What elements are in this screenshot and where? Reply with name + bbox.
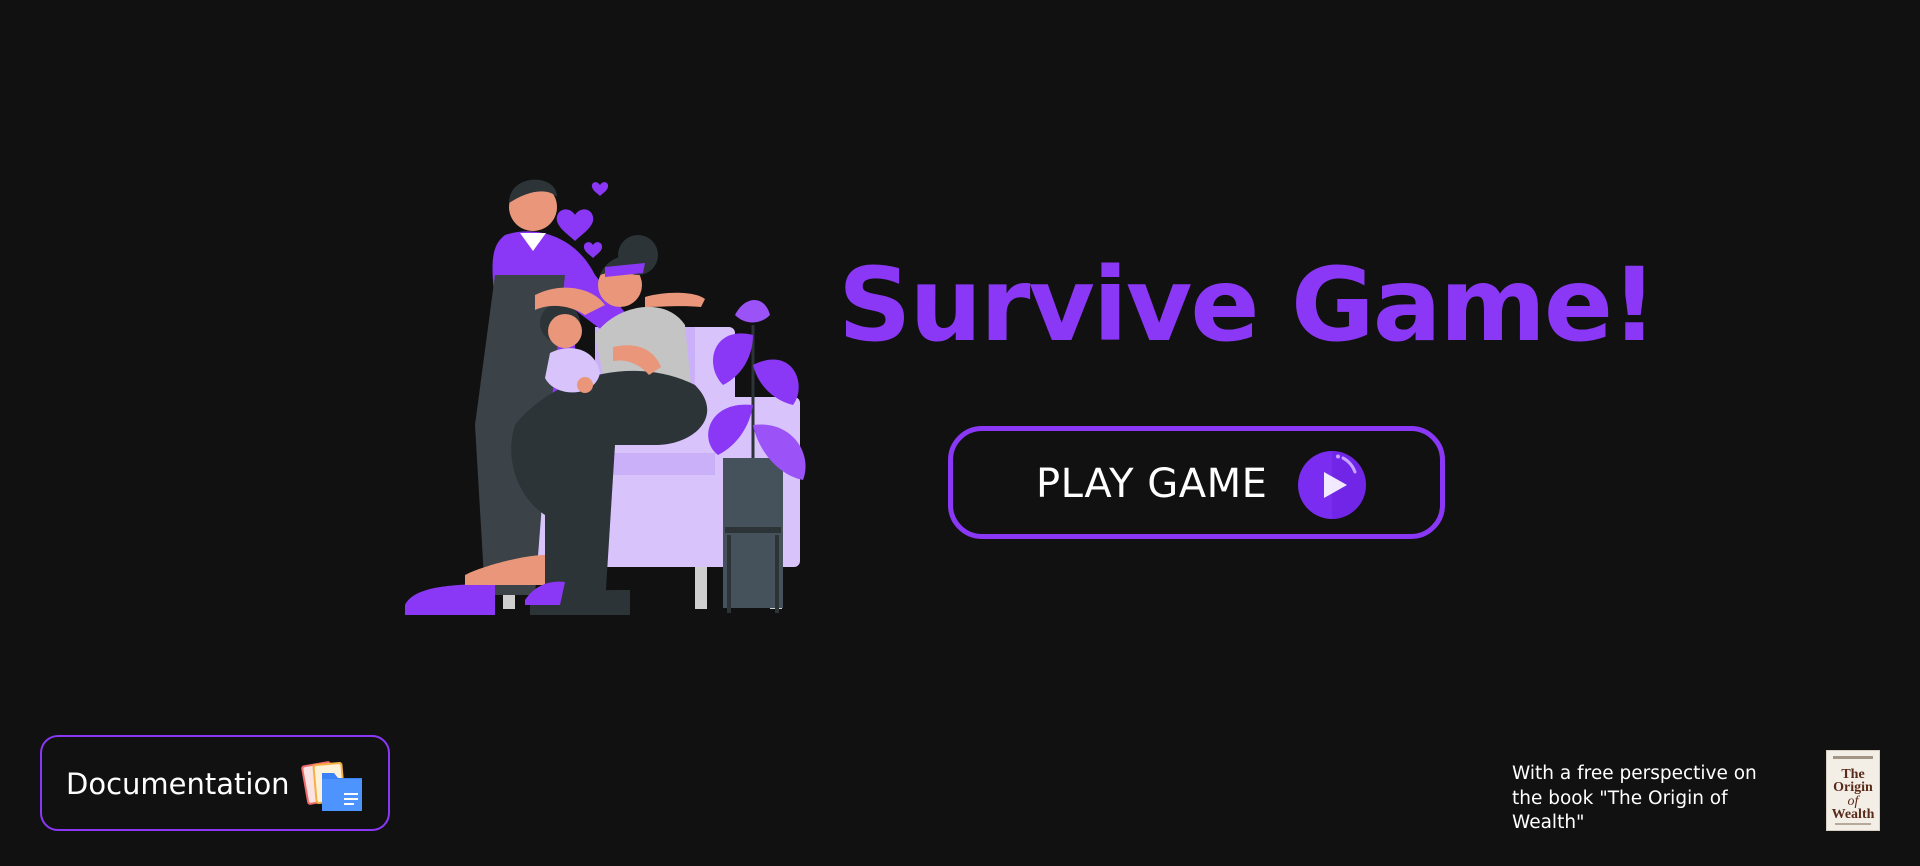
cover-title-line: Origin <box>1833 780 1873 796</box>
folder-icon <box>300 751 366 817</box>
landing-page: Survive Game! PLAY GAME Documentation Wi… <box>0 0 1920 866</box>
play-icon <box>1297 450 1367 520</box>
cover-title-line: of <box>1847 793 1859 809</box>
play-game-label: PLAY GAME <box>1036 461 1268 507</box>
documentation-button[interactable]: Documentation <box>40 735 390 831</box>
cover-footer-line <box>1835 823 1871 825</box>
book-cover-image[interactable]: The Origin of Wealth <box>1826 750 1880 831</box>
cover-author-line <box>1833 756 1873 759</box>
cover-title-line: Wealth <box>1831 806 1875 822</box>
documentation-label: Documentation <box>66 767 290 801</box>
cover-title-line: The <box>1841 767 1865 782</box>
family-illustration <box>405 175 820 615</box>
page-title: Survive Game! <box>838 246 1658 365</box>
cover-title: The Origin of Wealth <box>1827 767 1879 822</box>
play-game-button[interactable]: PLAY GAME <box>948 426 1445 539</box>
book-perspective-caption: With a free perspective on the book "The… <box>1512 763 1757 834</box>
